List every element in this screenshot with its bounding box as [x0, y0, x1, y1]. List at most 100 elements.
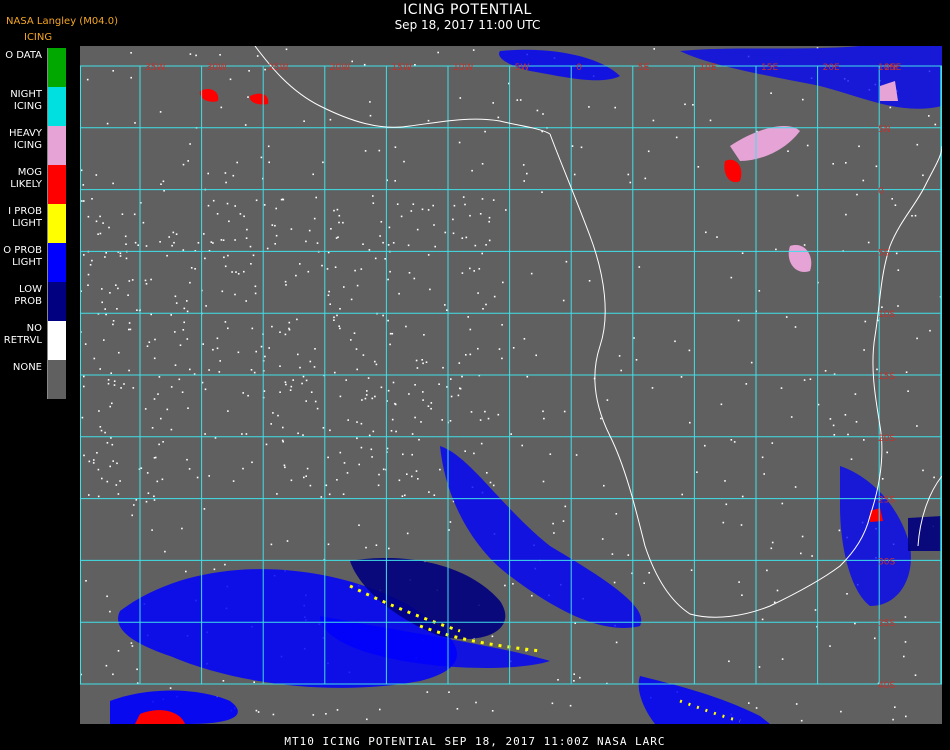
latitude-label: 35S [878, 619, 895, 629]
speckle-dot [189, 368, 191, 371]
speckle-dot [675, 136, 678, 139]
speckle-dot [512, 583, 514, 585]
header: NASA Langley (M04.0) ICING ICING POTENTI… [0, 0, 950, 48]
speckle-dot [433, 494, 436, 496]
speckle-dot [85, 580, 87, 582]
speckle-dot [133, 213, 136, 216]
product-label: ICING [24, 32, 53, 43]
speckle-dot [379, 708, 381, 711]
speckle-dot [459, 387, 461, 390]
speckle-dot [916, 143, 919, 146]
speckle-dot [444, 304, 446, 306]
speckle-dot [801, 535, 804, 538]
speckle-dot [434, 245, 436, 248]
speckle-dot [186, 338, 189, 340]
speckle-dot [187, 407, 189, 409]
speckle-dot [378, 473, 380, 476]
speckle-dot [775, 248, 777, 251]
speckle-dot [638, 266, 641, 268]
speckle-dot [151, 529, 153, 531]
speckle-dot [418, 438, 420, 441]
speckle-dot [322, 427, 325, 429]
speckle-dot [104, 431, 106, 434]
speckle-dot [241, 433, 243, 435]
speckle-dot [153, 357, 156, 360]
speckle-dot [315, 196, 317, 199]
speckle-dot [745, 383, 748, 385]
longitude-label: 20E [823, 63, 840, 73]
speckle-dot [292, 379, 294, 381]
speckle-dot [130, 52, 132, 54]
speckle-dot [421, 359, 423, 361]
speckle-dot [368, 249, 371, 251]
speckle-dot [488, 216, 491, 219]
speckle-dot [408, 272, 411, 274]
speckle-dot [653, 48, 655, 50]
speckle-dot [112, 460, 114, 462]
speckle-dot [437, 51, 439, 54]
speckle-dot [420, 421, 422, 423]
speckle-dot [845, 162, 847, 164]
speckle-dot [235, 271, 237, 273]
speckle-dot [905, 371, 908, 373]
speckle-dot [408, 393, 410, 395]
speckle-dot [867, 241, 870, 244]
speckle-dot [277, 414, 279, 417]
speckle-dot [107, 382, 110, 385]
speckle-dot [458, 362, 461, 364]
speckle-dot [146, 472, 149, 474]
speckle-dot [334, 266, 337, 268]
latitude-label: 5S [878, 248, 890, 258]
speckle-dot [285, 48, 288, 51]
speckle-dot [770, 92, 772, 94]
speckle-dot [174, 331, 176, 333]
speckle-dot [181, 391, 184, 393]
speckle-dot [573, 673, 575, 675]
speckle-dot [425, 361, 428, 363]
speckle-dot [446, 309, 448, 311]
speckle-dot [415, 470, 418, 472]
speckle-dot [333, 319, 335, 321]
speckle-dot [111, 402, 113, 405]
speckle-dot [392, 242, 395, 244]
speckle-dot [430, 402, 433, 404]
speckle-dot [450, 395, 453, 398]
speckle-dot [725, 503, 728, 506]
speckle-dot [106, 122, 109, 125]
speckle-dot [358, 463, 360, 466]
speckle-dot [855, 421, 858, 423]
speckle-dot [761, 618, 764, 621]
speckle-dot [401, 495, 404, 497]
speckle-dot [245, 237, 248, 239]
speckle-dot [427, 405, 430, 407]
speckle-dot [113, 380, 116, 382]
speckle-dot [88, 460, 91, 463]
speckle-dot [457, 394, 460, 397]
latitude-label: 20S [878, 434, 895, 444]
legend-label: HEAVY ICING [9, 128, 42, 151]
speckle-dot [171, 244, 173, 247]
speckle-dot [326, 268, 329, 270]
speckle-dot [313, 366, 316, 368]
speckle-dot [333, 209, 335, 212]
speckle-dot [112, 323, 114, 326]
speckle-dot [164, 550, 166, 553]
speckle-dot [531, 594, 533, 597]
speckle-dot [741, 495, 744, 498]
speckle-dot [588, 280, 591, 282]
speckle-dot [705, 231, 707, 234]
speckle-dot [904, 641, 907, 643]
speckle-dot [91, 259, 93, 262]
speckle-dot [268, 161, 270, 164]
speckle-dot [305, 475, 307, 477]
legend-label: NIGHT ICING [10, 89, 42, 112]
speckle-dot [97, 495, 100, 498]
legend-item: I PROB LIGHT [0, 204, 66, 243]
speckle-dot [338, 221, 340, 224]
speckle-dot [864, 320, 867, 323]
legend-swatch [47, 360, 66, 399]
speckle-dot [338, 325, 340, 327]
speckle-dot [162, 441, 164, 443]
speckle-dot [306, 467, 309, 470]
speckle-dot [432, 204, 434, 207]
